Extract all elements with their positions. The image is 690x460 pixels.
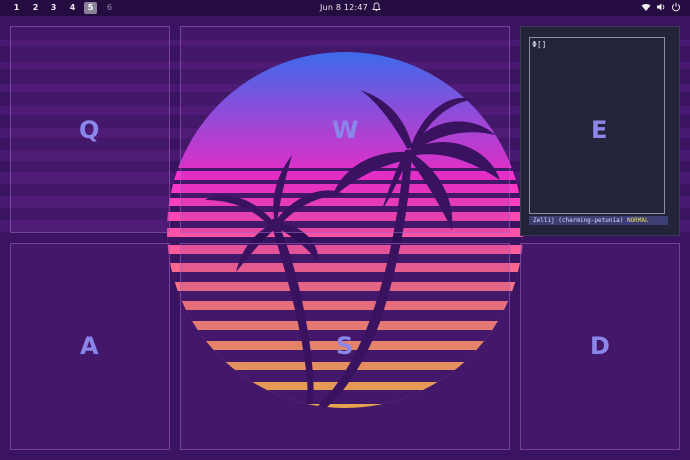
power-icon[interactable]	[671, 2, 681, 15]
tile-w-label: W	[332, 116, 359, 144]
status-mode: NORMAL	[626, 217, 649, 224]
workspace-1-button[interactable]: 1	[10, 2, 23, 14]
terminal-status-bar: Zellij (charming-petunia) NORMAL	[529, 216, 668, 225]
volume-icon[interactable]	[656, 2, 666, 15]
wifi-icon[interactable]	[641, 2, 651, 15]
workspace-5-button[interactable]: 5	[84, 2, 97, 14]
tile-e-label: E	[591, 116, 608, 144]
status-session: Zellij (charming-petunia)	[533, 217, 624, 224]
workspace-2-button[interactable]: 2	[29, 2, 42, 14]
workspace-6-button[interactable]: 6	[103, 2, 116, 14]
tile-q-label: Q	[79, 116, 100, 144]
tile-a-label: A	[80, 332, 99, 360]
notification-bell-icon[interactable]	[372, 2, 381, 15]
tile-d-label: D	[590, 332, 610, 360]
terminal-prompt[interactable]: Φ[]	[532, 40, 546, 49]
top-bar: 1 2 3 4 5 6 Jun 8 12:47	[0, 0, 690, 16]
workspace-4-button[interactable]: 4	[66, 2, 79, 14]
tile-s-label: S	[336, 332, 354, 360]
clock[interactable]: Jun 8 12:47	[320, 3, 368, 12]
workspace-3-button[interactable]: 3	[47, 2, 60, 14]
